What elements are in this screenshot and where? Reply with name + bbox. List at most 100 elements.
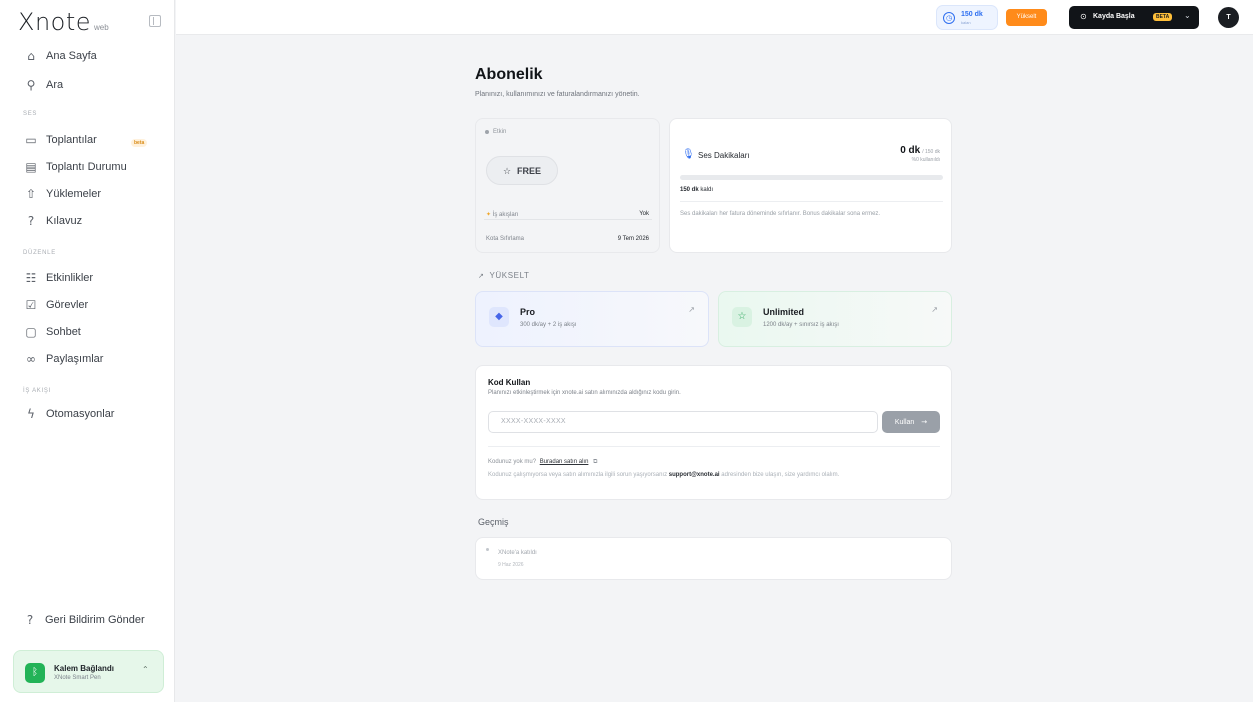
pen-device-name: XNote Smart Pen xyxy=(54,675,101,681)
redeem-button[interactable]: Kullan → xyxy=(882,411,940,433)
sidebar-item-tasks[interactable]: ☑ Görevler xyxy=(24,295,89,315)
sidebar-item-label: Otomasyonlar xyxy=(46,408,115,420)
chevron-up-icon[interactable]: ⌃ xyxy=(142,665,149,674)
tier-description: 300 dk/ay + 2 iş akışı xyxy=(520,322,577,328)
minutes-used-percent: %0 kullanıldı xyxy=(911,157,940,163)
sidebar-item-shares[interactable]: ∞ Paylaşımlar xyxy=(24,349,103,369)
sidebar-item-search[interactable]: ⚲ Ara xyxy=(24,75,64,95)
topbar: ◷ 150 dk kalan Yükselt ⊙ Kayda Başla BET… xyxy=(176,0,1253,35)
plan-name: FREE xyxy=(517,166,542,176)
workflows-value: Yok xyxy=(639,211,649,217)
logo-text: Xnote xyxy=(18,8,92,36)
beta-badge: beta xyxy=(131,139,148,147)
minutes-total: / 150 dk xyxy=(922,149,940,155)
sidebar-item-uploads[interactable]: ⇧ Yüklemeler xyxy=(24,184,101,204)
minutes-note: Ses dakikaları her fatura döneminde sıfı… xyxy=(680,211,881,217)
sidebar-item-guide[interactable]: ? Kılavuz xyxy=(24,211,82,231)
workflows-row: ✦ İş akışları xyxy=(486,211,518,218)
divider xyxy=(680,201,943,202)
sidebar-item-automations[interactable]: ϟ Otomasyonlar xyxy=(24,404,114,424)
tier-name: Unlimited xyxy=(763,307,805,317)
chat-icon: ▢ xyxy=(25,325,37,339)
support-text: Kodunuz çalışmıyorsa veya satın alımınız… xyxy=(488,471,944,480)
section-label-ses: SES xyxy=(23,111,38,117)
upgrade-section-label: ↗ YÜKSELT xyxy=(478,271,530,280)
voice-minutes-card: 🎙 Ses Dakikaları 0 dk/ 150 dk %0 kullanı… xyxy=(669,118,952,253)
history-item-title: XNote'a katıldı xyxy=(498,550,537,556)
avatar[interactable]: T xyxy=(1218,7,1239,28)
tier-card-unlimited[interactable]: ☆ Unlimited 1200 dk/ay + sınırsız iş akı… xyxy=(718,291,952,347)
chevron-down-icon[interactable]: ⌄ xyxy=(1184,11,1191,20)
redeem-button-label: Kullan xyxy=(894,419,915,426)
arrow-up-right-icon: ↗ xyxy=(688,305,695,314)
tier-card-pro[interactable]: ◆ Pro 300 dk/ay + 2 iş akışı ↗ xyxy=(475,291,709,347)
pen-status-title: Kalem Bağlandı xyxy=(54,664,115,673)
reset-label: Kota Sıfırlama xyxy=(486,236,525,242)
help-icon: ? xyxy=(27,214,35,228)
buy-here-link[interactable]: Buradan satın alın xyxy=(540,459,589,465)
upgrade-button[interactable]: Yükselt xyxy=(1006,9,1047,26)
divider xyxy=(484,219,652,220)
help-icon: ? xyxy=(26,613,34,627)
support-prefix: Kodunuz çalışmıyorsa veya satın alımınız… xyxy=(488,472,668,478)
feedback-label: Geri Bildirim Gönder xyxy=(45,614,145,626)
logo-suffix: web xyxy=(94,23,109,32)
send-feedback-button[interactable]: ? Geri Bildirim Gönder xyxy=(23,613,145,627)
external-link-icon: ⧉ xyxy=(593,458,598,465)
star-icon: ☆ xyxy=(732,307,752,327)
page-subtitle: Planınızı, kullanımınızı ve faturalandır… xyxy=(475,91,640,98)
sidebar-item-meetings[interactable]: ▭ Toplantılar xyxy=(24,130,97,150)
plan-badge: ☆ FREE xyxy=(486,156,558,185)
brand-logo[interactable]: Xnote web xyxy=(18,8,109,36)
sidebar-item-label: Yüklemeler xyxy=(46,188,102,200)
minutes-used-value: 0 dk/ 150 dk xyxy=(900,145,940,156)
history-card: XNote'a katıldı 9 Haz 2026 xyxy=(475,537,952,580)
sidebar-item-label: Toplantı Durumu xyxy=(46,161,127,173)
workflow-icon: ✦ xyxy=(486,211,492,218)
arrow-up-right-icon: ↗ xyxy=(931,305,938,314)
tier-description: 1200 dk/ay + sınırsız iş akışı xyxy=(763,322,839,328)
support-email[interactable]: support@xnote.ai xyxy=(669,472,720,478)
sidebar-item-label: Görevler xyxy=(46,299,89,311)
current-plan-card: Etkin ☆ FREE ✦ İş akışları Yok Kota Sıfır… xyxy=(475,118,660,253)
redeem-title: Kod Kullan xyxy=(488,378,531,387)
history-item-date: 9 Haz 2026 xyxy=(498,562,524,568)
collapse-sidebar-icon[interactable] xyxy=(149,15,161,27)
workflows-label: İş akışları xyxy=(492,212,519,218)
sidebar-item-label: Etkinlikler xyxy=(46,272,94,284)
code-input[interactable]: XXXX-XXXX-XXXX xyxy=(488,411,878,433)
minutes-credit-badge[interactable]: ◷ 150 dk kalan xyxy=(936,5,998,30)
automation-icon: ϟ xyxy=(27,407,35,421)
page-title: Abonelik xyxy=(475,66,543,83)
link-icon: ∞ xyxy=(26,352,36,366)
minutes-value: 0 dk xyxy=(900,145,921,156)
clock-icon: ◷ xyxy=(943,12,955,24)
sidebar-item-home[interactable]: ⌂ Ana Sayfa xyxy=(24,46,97,66)
timeline-dot xyxy=(486,548,489,551)
credit-sub: kalan xyxy=(961,20,971,25)
sidebar-item-meeting-status[interactable]: ▤ Toplantı Durumu xyxy=(24,157,127,177)
plan-status: Etkin xyxy=(485,129,506,135)
support-suffix: adresinden bize ulaşın, size yardımcı ol… xyxy=(721,472,840,478)
sidebar-item-label: Toplantılar xyxy=(46,134,97,146)
sidebar-item-chat[interactable]: ▢ Sohbet xyxy=(24,322,81,342)
minutes-progress-bar xyxy=(680,175,943,180)
upload-icon: ⇧ xyxy=(25,187,37,201)
star-icon: ☆ xyxy=(502,167,512,177)
history-label: Geçmiş xyxy=(478,517,509,527)
reset-value: 9 Tem 2026 xyxy=(617,236,649,242)
activity-icon: ☷ xyxy=(25,271,37,285)
no-code-text: Kodunuz yok mu? xyxy=(488,459,537,465)
sidebar-item-activities[interactable]: ☷ Etkinlikler xyxy=(24,268,93,288)
microphone-icon: 🎙 xyxy=(682,149,695,160)
credit-value: 150 dk xyxy=(961,11,983,18)
diamond-icon: ◆ xyxy=(489,307,509,327)
pen-connection-card[interactable]: ᛒ Kalem Bağlandı XNote Smart Pen ⌃ xyxy=(13,650,164,693)
sidebar-item-label: Sohbet xyxy=(46,326,81,338)
record-icon: ⊙ xyxy=(1080,12,1087,21)
start-recording-button[interactable]: ⊙ Kayda Başla BETA ⌄ xyxy=(1069,6,1199,29)
minutes-remaining: 150 dk kaldı xyxy=(680,187,713,193)
redeem-subtitle: Planınızı etkinleştirmek için xnote.ai s… xyxy=(488,390,681,396)
tier-name: Pro xyxy=(520,307,536,317)
redeem-code-card: Kod Kullan Planınızı etkinleştirmek için… xyxy=(475,365,952,500)
